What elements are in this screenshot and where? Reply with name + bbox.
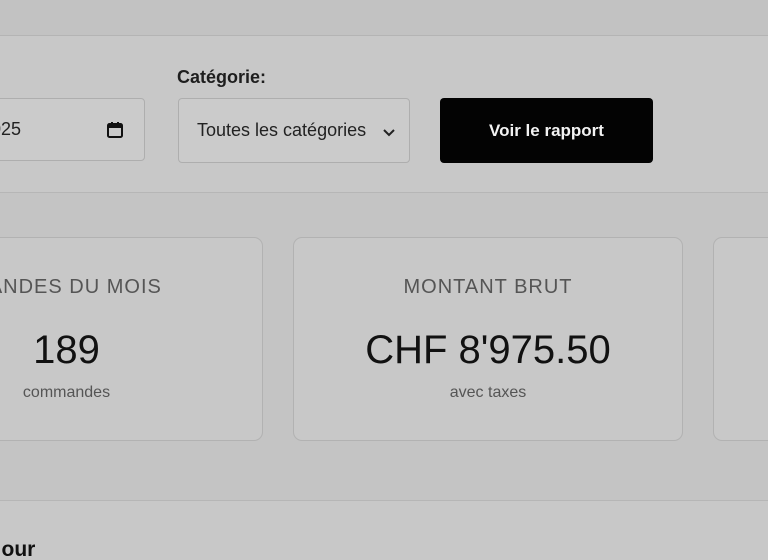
calendar-icon[interactable] bbox=[106, 121, 124, 139]
category-select-value: Toutes les catégories bbox=[197, 120, 367, 140]
gross-amount-card: MONTANT BRUT CHF 8'975.50 avec taxes bbox=[293, 237, 683, 441]
date-input[interactable]: 025 bbox=[0, 98, 145, 161]
card-title: MANDES DU MOIS bbox=[0, 276, 162, 298]
monthly-orders-card: MANDES DU MOIS 189 commandes bbox=[0, 237, 263, 441]
card-subtitle: commandes bbox=[22, 384, 111, 401]
card-subtitle: avec taxes bbox=[449, 384, 527, 401]
section-title: ar jour bbox=[0, 538, 36, 560]
third-stat-card bbox=[713, 237, 768, 441]
card-title: MONTANT BRUT bbox=[403, 276, 573, 298]
category-label: Catégorie: bbox=[177, 67, 267, 87]
filter-bar: 025 Catégorie: Toutes les catégories Voi… bbox=[0, 36, 768, 193]
top-header-strip bbox=[0, 0, 768, 36]
category-select[interactable]: Toutes les catégories bbox=[178, 98, 410, 163]
date-input-value: 025 bbox=[0, 119, 22, 139]
report-page: 025 Catégorie: Toutes les catégories Voi… bbox=[0, 0, 768, 560]
card-value: 189 bbox=[33, 328, 100, 372]
daily-section-panel: ar jour bbox=[0, 500, 768, 560]
chevron-down-icon bbox=[383, 129, 395, 137]
view-report-button[interactable]: Voir le rapport bbox=[440, 98, 653, 163]
card-value: CHF 8'975.50 bbox=[365, 328, 611, 372]
